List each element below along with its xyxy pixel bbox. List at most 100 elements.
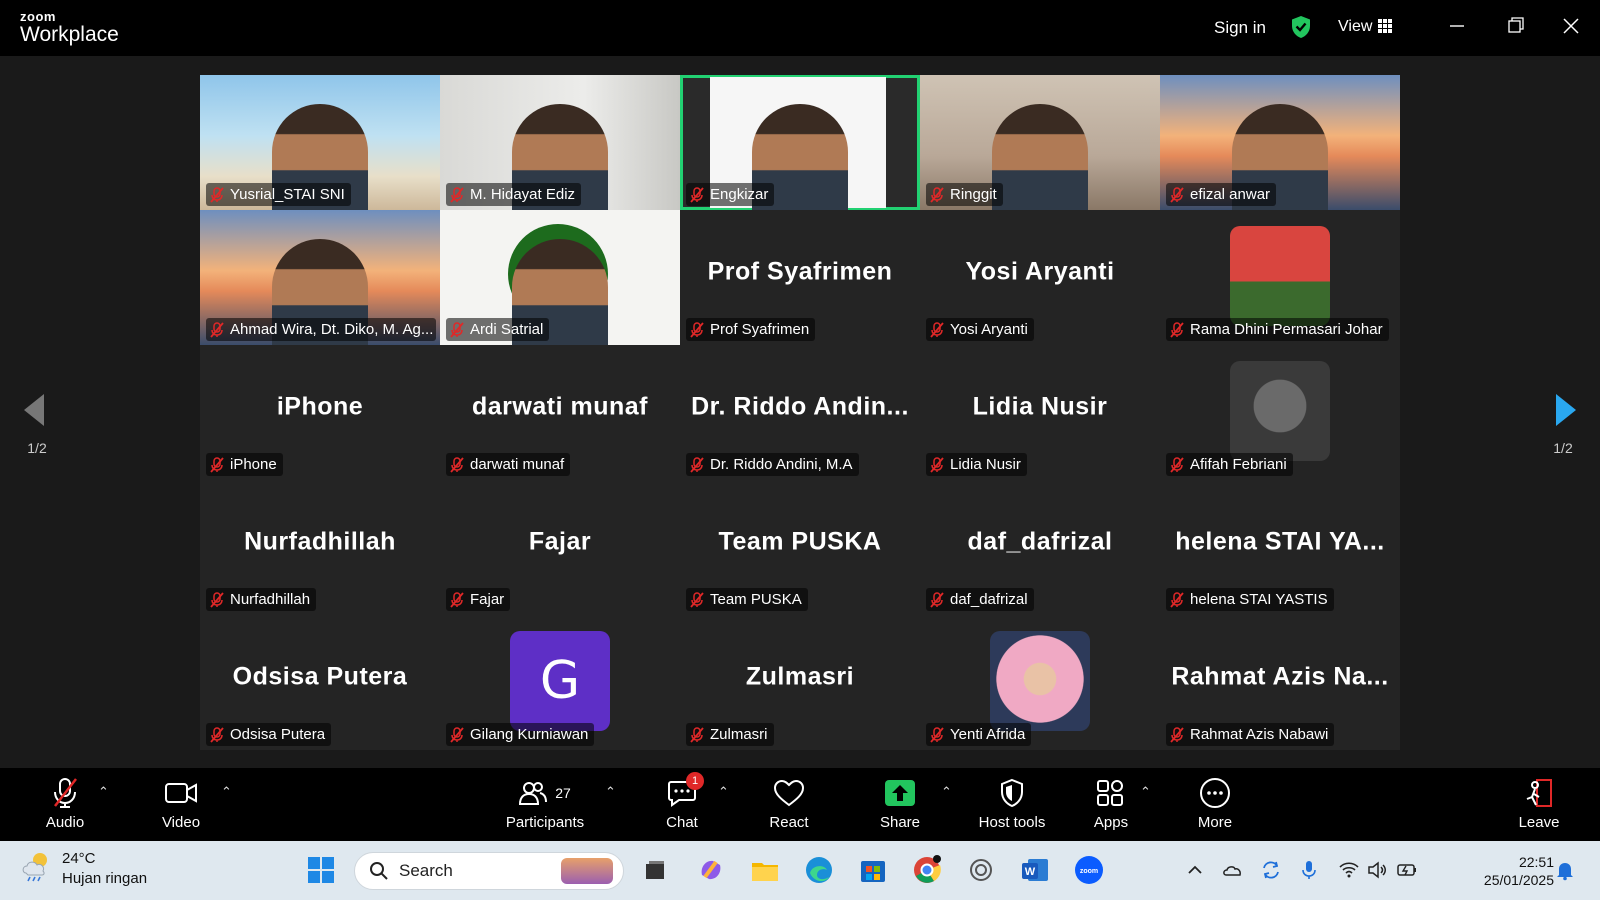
battery-icon[interactable] [1396,859,1418,881]
taskbar-search-box[interactable]: Search [354,852,624,890]
participant-name-label: Fajar [446,588,511,611]
show-hidden-icons-chevron-icon[interactable] [1184,859,1206,881]
participant-tile[interactable]: darwati munaf darwati munaf [440,345,680,480]
react-label: React [769,814,809,831]
participant-tile[interactable]: Yosi Aryanti Yosi Aryanti [920,210,1160,345]
next-page-nav[interactable]: 1/2 [1526,360,1600,470]
apps-options-caret-icon[interactable]: ⌃ [1140,784,1151,800]
mic-off-icon [930,456,944,473]
shield-check-icon[interactable] [1290,15,1312,39]
participant-tile[interactable]: Dr. Riddo Andin... Dr. Riddo Andini, M.A [680,345,920,480]
restore-icon[interactable] [1500,12,1530,40]
minimize-icon[interactable] [1442,12,1472,40]
windows-start-icon[interactable] [306,855,336,885]
participant-tile[interactable]: Odsisa Putera Odsisa Putera [200,615,440,750]
search-highlight-image [561,858,613,884]
react-button[interactable]: React [764,776,814,831]
mic-off-icon [930,321,944,338]
participant-tile[interactable]: G Gilang Kurniawan [440,615,680,750]
prev-page-nav[interactable]: 1/2 [0,360,74,470]
participants-options-caret-icon[interactable]: ⌃ [605,784,616,800]
participant-name-label: Yenti Afrida [926,723,1032,746]
audio-button[interactable]: Audio [40,776,90,831]
participant-tile[interactable]: Ardi Satrial [440,210,680,345]
host-tools-button[interactable]: Host tools [972,776,1052,831]
more-button[interactable]: More [1190,776,1240,831]
audio-options-caret-icon[interactable]: ⌃ [98,784,109,800]
copilot-icon[interactable] [696,855,726,885]
brand-big: Workplace [20,23,119,46]
participant-tile[interactable]: Nurfadhillah Nurfadhillah [200,480,440,615]
participant-avatar [990,631,1090,731]
participant-tile[interactable]: Yusrial_STAI SNI [200,75,440,210]
volume-icon[interactable] [1366,859,1388,881]
zoom-taskbar-icon[interactable]: zoom [1074,855,1104,885]
participant-name-label: iPhone [206,453,283,476]
sync-icon[interactable] [1260,859,1282,881]
participant-tile[interactable]: Rahmat Azis Na... Rahmat Azis Nabawi [1160,615,1400,750]
participant-tile[interactable]: iPhone iPhone [200,345,440,480]
participant-tile[interactable]: Afifah Febriani [1160,345,1400,480]
video-options-caret-icon[interactable]: ⌃ [221,784,232,800]
chat-options-caret-icon[interactable]: ⌃ [718,784,729,800]
chevron-left-icon[interactable] [22,392,46,428]
mic-off-icon [930,591,944,608]
word-icon[interactable]: W [1020,855,1050,885]
participant-tile[interactable]: Prof Syafrimen Prof Syafrimen [680,210,920,345]
chevron-right-icon[interactable] [1554,392,1578,428]
participant-tile[interactable]: Zulmasri Zulmasri [680,615,920,750]
participant-tile[interactable]: Team PUSKA Team PUSKA [680,480,920,615]
participant-avatar-letter: G [510,631,610,731]
share-screen-icon [885,780,915,806]
microphone-tray-icon[interactable] [1298,859,1320,881]
participant-tile[interactable]: efizal anwar [1160,75,1400,210]
microsoft-store-icon[interactable] [858,855,888,885]
task-view-icon[interactable] [640,855,670,885]
system-clock[interactable]: 22:51 25/01/2025 [1484,853,1554,889]
participant-tile[interactable]: Rama Dhini Permasari Johar [1160,210,1400,345]
mic-off-icon [1170,456,1184,473]
view-button[interactable]: View [1338,18,1372,36]
participant-tile[interactable]: Ringgit [920,75,1160,210]
apps-button[interactable]: Apps [1086,776,1136,831]
participant-tile[interactable]: Ahmad Wira, Dt. Diko, M. Ag... [200,210,440,345]
participant-name-label: Dr. Riddo Andini, M.A [686,453,859,476]
participant-display-name: Nurfadhillah [244,527,396,556]
close-icon[interactable] [1556,12,1586,40]
leave-button[interactable]: Leave [1514,776,1564,831]
mic-off-icon [210,456,224,473]
weather-widget[interactable]: 24°C Hujan ringan [20,849,147,889]
more-icon [1200,778,1230,808]
wifi-icon[interactable] [1338,859,1360,881]
grid-icon[interactable] [1378,19,1392,33]
participant-tile[interactable]: Engkizar [680,75,920,210]
video-button[interactable]: Video [156,776,206,831]
hotspot-app-icon[interactable] [966,855,996,885]
participant-tile[interactable]: Fajar Fajar [440,480,680,615]
participant-tile[interactable]: Yenti Afrida [920,615,1160,750]
participant-name-label: Engkizar [686,183,775,206]
participant-tile[interactable]: helena STAI YA... helena STAI YASTIS [1160,480,1400,615]
participants-button[interactable]: 27 Participants [500,776,590,831]
participant-name-label: Odsisa Putera [206,723,332,746]
participant-name: Dr. Riddo Andini, M.A [710,456,853,473]
chat-button[interactable]: Chat 1 [660,772,704,831]
sign-in-link[interactable]: Sign in [1214,18,1266,38]
participant-name-label: Prof Syafrimen [686,318,816,341]
chrome-icon[interactable] [912,855,942,885]
share-options-caret-icon[interactable]: ⌃ [941,784,952,800]
mic-off-icon [1170,186,1184,203]
participant-tile[interactable]: daf_dafrizal daf_dafrizal [920,480,1160,615]
share-button[interactable]: Share [875,776,925,831]
rain-cloud-icon [22,853,47,882]
mic-off-icon [690,591,704,608]
edge-browser-icon[interactable] [804,855,834,885]
share-label: Share [879,814,921,831]
onedrive-icon[interactable] [1222,859,1244,881]
participant-tile[interactable]: M. Hidayat Ediz [440,75,680,210]
file-explorer-icon[interactable] [750,855,780,885]
host-tools-label: Host tools [978,814,1046,831]
notification-bell-icon[interactable] [1554,859,1576,881]
participant-tile[interactable]: Lidia Nusir Lidia Nusir [920,345,1160,480]
mic-off-icon [210,726,224,743]
